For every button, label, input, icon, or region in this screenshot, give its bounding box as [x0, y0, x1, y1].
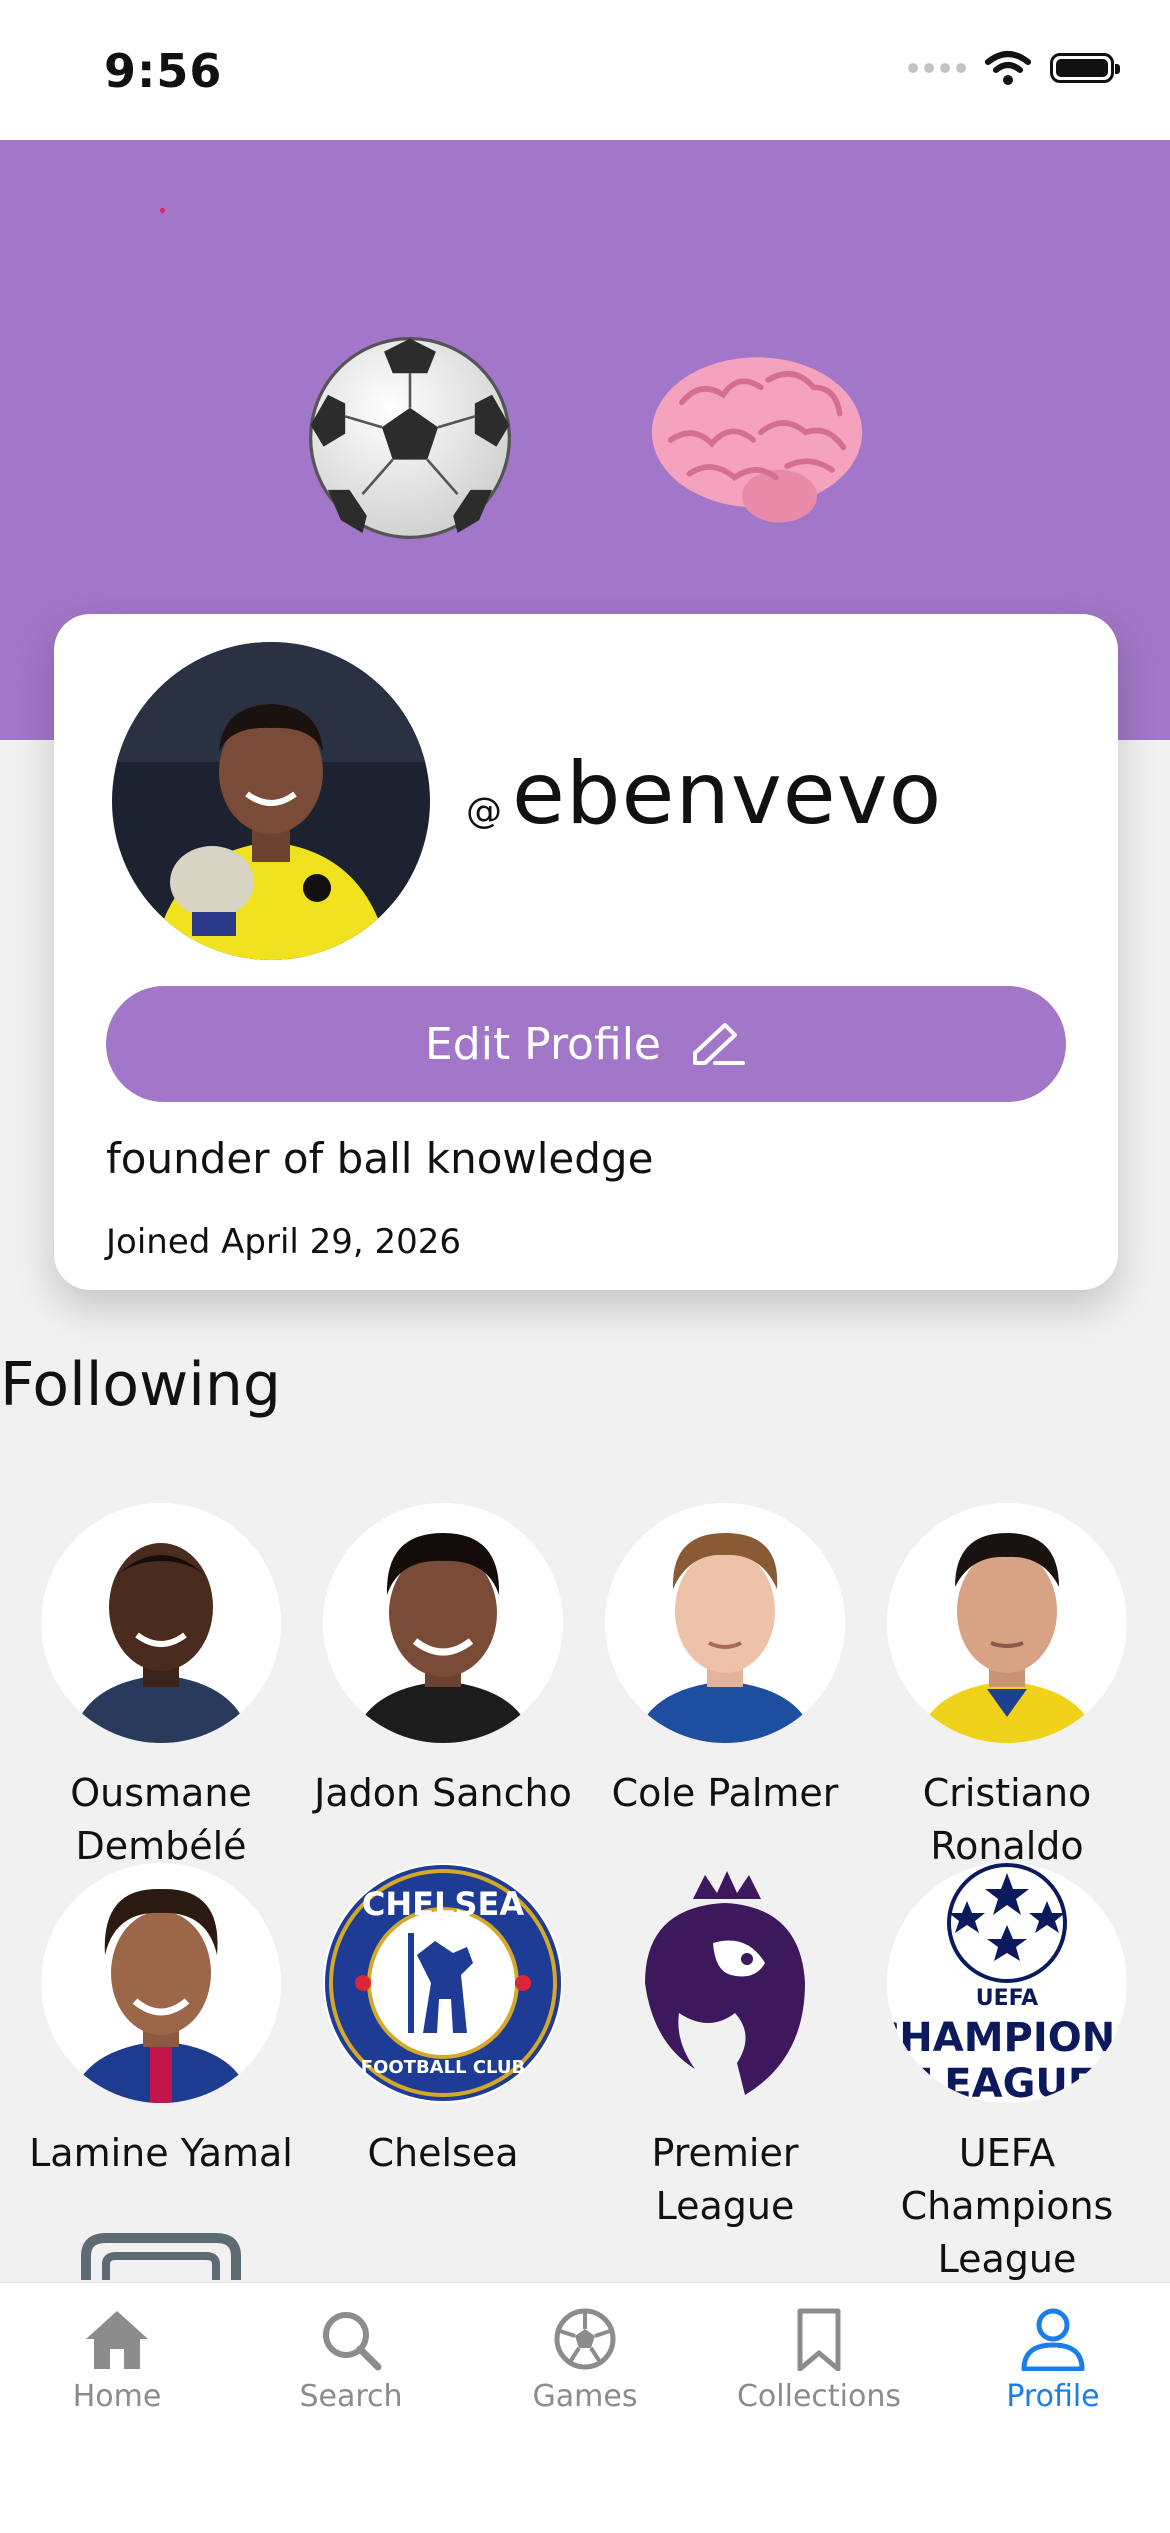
player-avatar — [41, 1863, 281, 2103]
username: ebenvevo — [512, 744, 943, 844]
premier-league-logo — [605, 1863, 845, 2103]
svg-text:UEFA: UEFA — [976, 1986, 1038, 2011]
profile-avatar[interactable] — [112, 642, 430, 960]
tab-home-label: Home — [72, 2379, 162, 2414]
bookmark-icon — [797, 2308, 841, 2371]
following-item[interactable]: Jadon Sancho — [303, 1503, 583, 1820]
house-icon — [86, 2311, 148, 2369]
following-title: Following — [0, 1350, 281, 1420]
edit-profile-label: Edit Profile — [424, 1018, 661, 1070]
profile-bio: founder of ball knowledge — [106, 1134, 654, 1183]
status-bar: 9:56 — [0, 0, 1170, 140]
edit-profile-button[interactable]: Edit Profile — [106, 986, 1066, 1102]
following-name: Cristiano Ronaldo — [922, 1771, 1092, 1868]
svg-text:CHAMPIONS: CHAMPIONS — [887, 2015, 1127, 2061]
person-icon — [1021, 2308, 1085, 2371]
following-name: Jadon Sancho — [314, 1771, 572, 1815]
soccer-ball-icon — [554, 2308, 616, 2370]
player-avatar — [41, 1503, 281, 1743]
svg-text:CHELSEA: CHELSEA — [362, 1885, 524, 1923]
tab-search-label: Search — [299, 2379, 403, 2414]
following-name: Premier League — [651, 2131, 799, 2228]
following-item[interactable]: Ousmane Dembélé — [21, 1503, 301, 1873]
tab-games-label: Games — [532, 2379, 638, 2414]
champions-league-logo: UEFA CHAMPIONS LEAGUE — [887, 1863, 1127, 2103]
brain-emoji-icon — [651, 357, 863, 523]
following-item[interactable]: Cristiano Ronaldo — [867, 1503, 1147, 1873]
following-name: Cole Palmer — [611, 1771, 839, 1815]
following-item[interactable]: Lamine Yamal — [21, 1863, 301, 2180]
partial-following-logo[interactable] — [76, 2230, 246, 2280]
pencil-icon — [693, 1023, 745, 1065]
profile-card: @ ebenvevo Edit Profile founder of ball … — [54, 614, 1118, 1290]
player-avatar — [605, 1503, 845, 1743]
following-name: Ousmane Dembélé — [70, 1771, 252, 1868]
following-item[interactable]: Premier League — [585, 1863, 865, 2233]
following-item[interactable]: Cole Palmer — [585, 1503, 865, 1820]
joined-date: Joined April 29, 2026 — [106, 1222, 462, 1262]
profile-handle: @ ebenvevo — [466, 744, 942, 844]
tab-collections[interactable]: Collections — [702, 2307, 936, 2414]
following-name: Lamine Yamal — [29, 2131, 293, 2175]
tab-home[interactable]: Home — [0, 2307, 234, 2414]
wifi-icon — [985, 51, 1031, 85]
soccer-ball-emoji-icon — [309, 337, 511, 539]
following-item[interactable]: CHELSEA FOOTBALL CLUB Chelsea — [303, 1863, 583, 2180]
tab-search[interactable]: Search — [234, 2307, 468, 2414]
magnifier-icon — [323, 2312, 382, 2371]
battery-icon — [1050, 53, 1120, 83]
player-avatar — [887, 1503, 1127, 1743]
at-symbol: @ — [466, 791, 502, 832]
following-name: UEFA Champions League — [900, 2131, 1114, 2281]
tab-games[interactable]: Games — [468, 2307, 702, 2414]
tab-collections-label: Collections — [736, 2379, 902, 2414]
player-avatar — [323, 1503, 563, 1743]
chelsea-logo: CHELSEA FOOTBALL CLUB — [323, 1863, 563, 2103]
status-icons — [908, 50, 1120, 86]
following-name: Chelsea — [367, 2131, 519, 2175]
following-item[interactable]: UEFA CHAMPIONS LEAGUE UEFA Champions Lea… — [867, 1863, 1147, 2286]
tab-profile[interactable]: Profile — [936, 2307, 1170, 2414]
banner-dot — [160, 208, 165, 213]
tab-bar: Home Search Games Collections Profile — [0, 2282, 1170, 2533]
svg-text:LEAGUE: LEAGUE — [919, 2061, 1095, 2103]
status-time: 9:56 — [104, 44, 223, 98]
svg-text:FOOTBALL CLUB: FOOTBALL CLUB — [361, 2057, 525, 2078]
tab-profile-label: Profile — [1006, 2379, 1100, 2414]
cellular-signal-icon — [908, 63, 966, 73]
